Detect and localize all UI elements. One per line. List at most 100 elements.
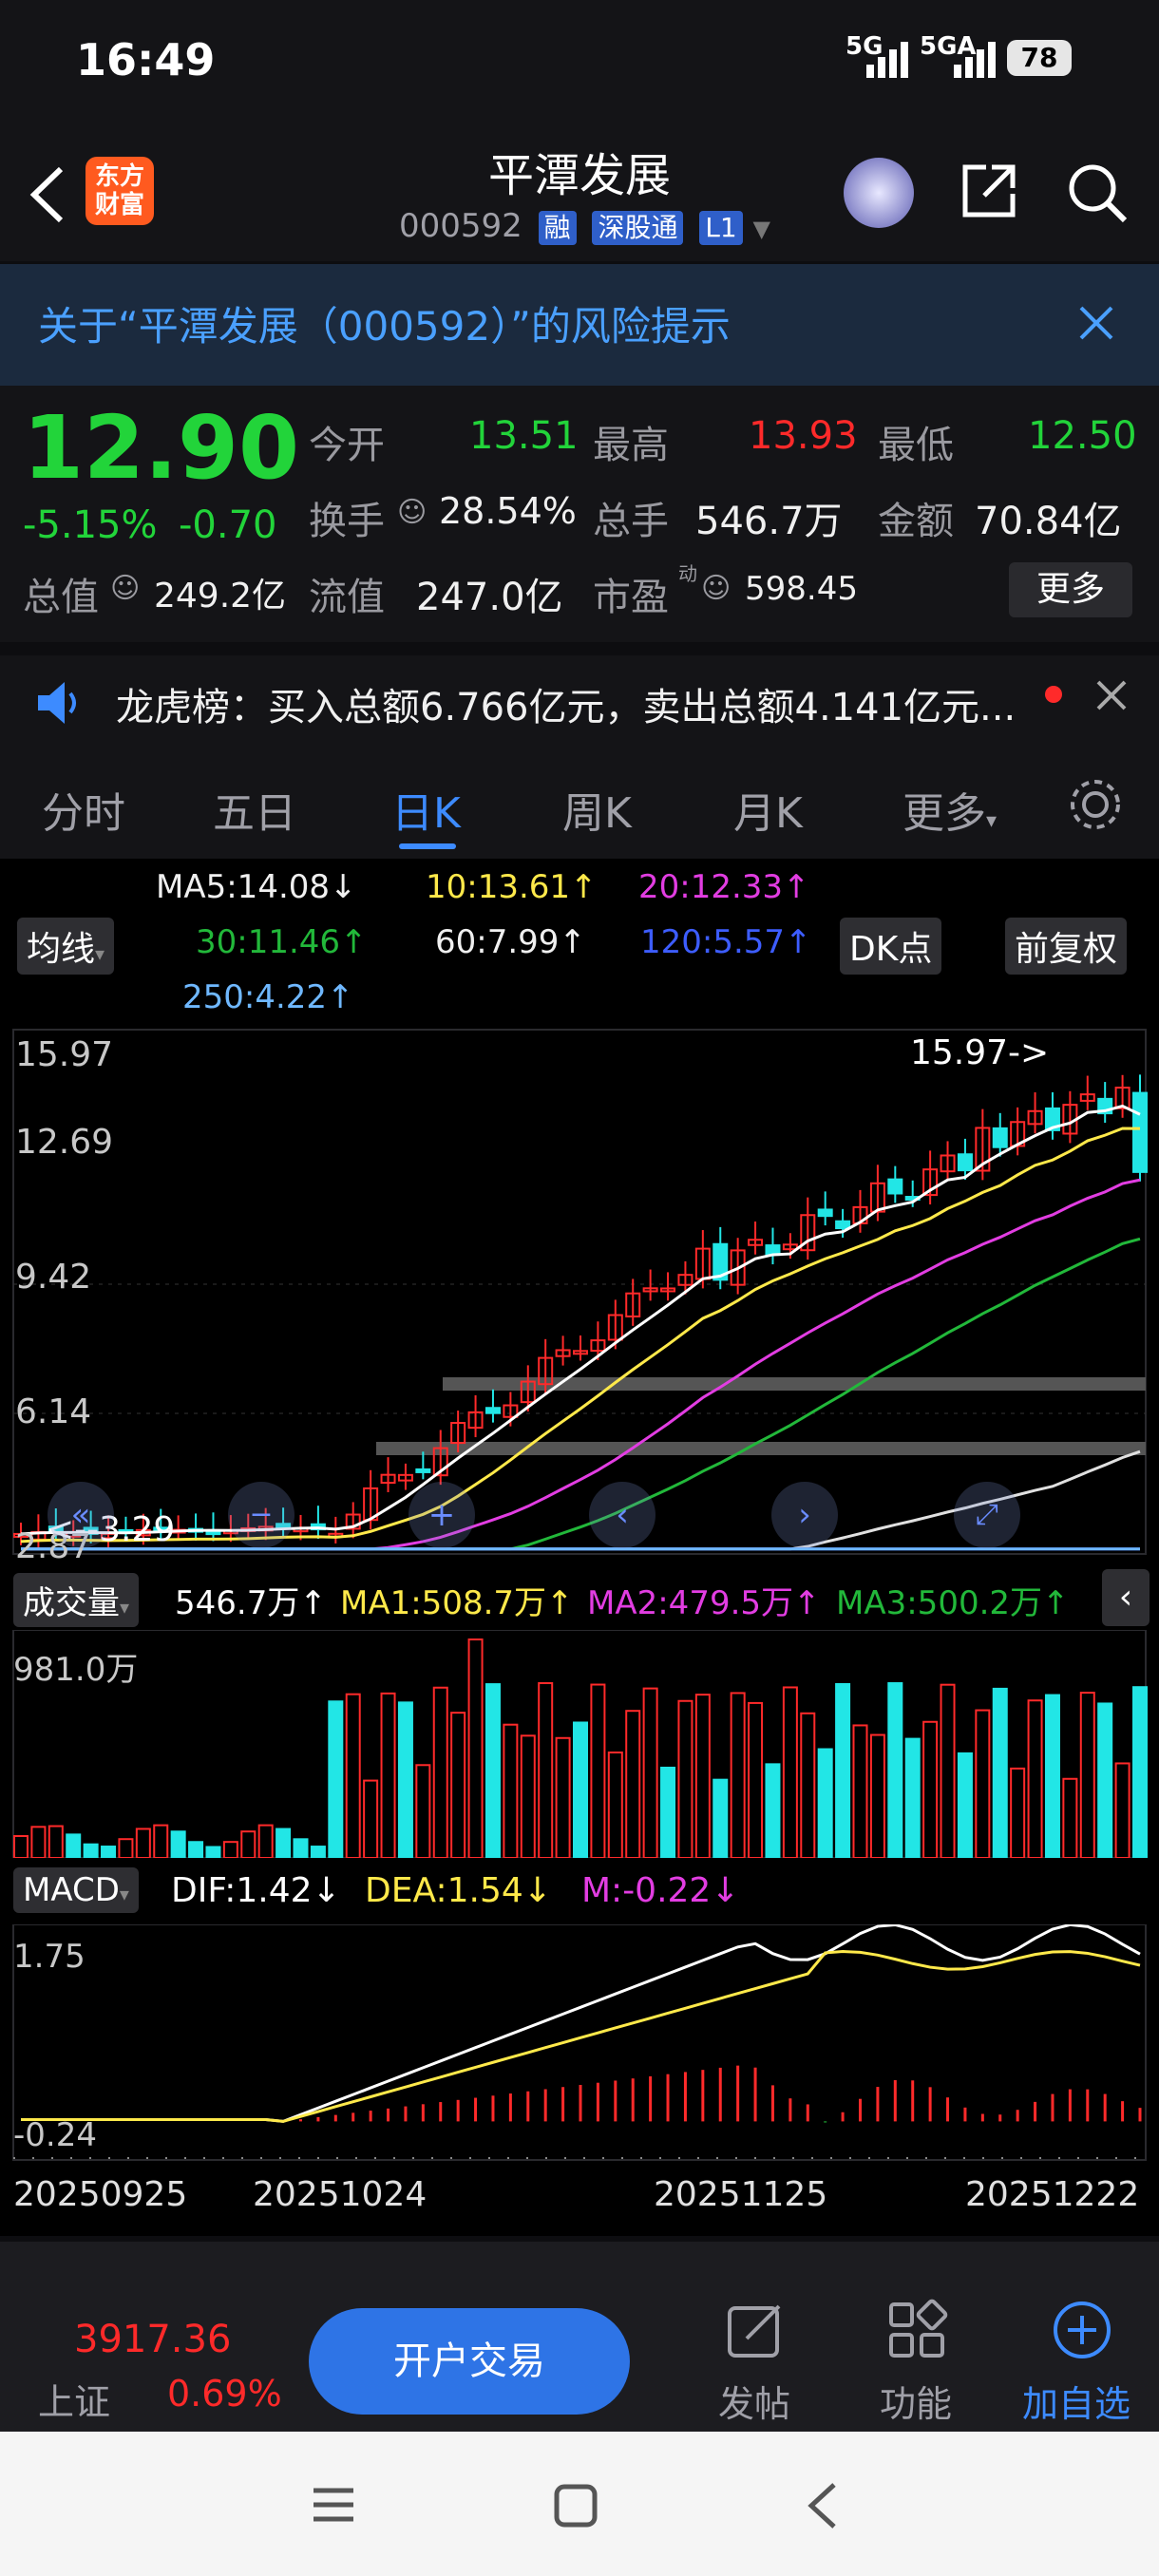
tag-level: L1	[699, 211, 743, 245]
volume-bar	[992, 1687, 1008, 1858]
candle-body	[817, 1208, 833, 1218]
post-label[interactable]: 发帖	[718, 2375, 790, 2427]
add-watchlist-label[interactable]: 加自选	[1022, 2375, 1130, 2427]
post-edit-icon[interactable]	[724, 2299, 787, 2361]
volume-bar	[712, 1778, 729, 1858]
info-icon[interactable]: ☺	[701, 572, 731, 605]
add-watchlist-icon[interactable]	[1051, 2299, 1113, 2361]
volume-bar	[590, 1683, 606, 1858]
candlestick-chart[interactable]	[0, 1026, 1159, 1558]
settings-gear-icon[interactable]	[1066, 775, 1125, 834]
macd-selector[interactable]: MACD▾	[13, 1867, 139, 1913]
volume-bar	[730, 1692, 746, 1858]
volume-bar	[835, 1682, 851, 1858]
close-icon[interactable]	[1075, 302, 1117, 344]
tab-weekly-k[interactable]: 周K	[562, 779, 632, 840]
low-value: 12.50	[1028, 414, 1137, 458]
pe-value: 598.45	[745, 570, 858, 608]
candle-body	[835, 1220, 851, 1230]
zoom-in-icon[interactable]: +	[408, 1482, 475, 1548]
volume-bar	[30, 1826, 47, 1858]
close-notice-icon[interactable]	[1092, 676, 1130, 714]
volume-bar	[1114, 1762, 1130, 1858]
function-grid-icon[interactable]	[885, 2299, 948, 2361]
volume-bar	[153, 1824, 169, 1858]
volume-bar	[1079, 1692, 1095, 1858]
share-icon[interactable]	[958, 160, 1020, 222]
candle-body	[957, 1153, 973, 1172]
candle-body	[1132, 1091, 1148, 1173]
amount-value: 70.84亿	[975, 500, 1122, 543]
vol-ma3: MA3:500.2万↑	[836, 1584, 1070, 1622]
volume-bar	[397, 1701, 413, 1858]
price-axis-top: 15.97	[15, 1035, 114, 1074]
macd-m: M:-0.22↓	[581, 1871, 740, 1910]
info-icon[interactable]: ☺	[397, 496, 427, 529]
stock-code-line[interactable]: 000592 融 深股通 L1 ▼	[399, 207, 770, 245]
tab-monthly-k[interactable]: 月K	[733, 779, 803, 840]
volume-bar	[940, 1683, 956, 1858]
volume-bar	[188, 1841, 204, 1858]
fullscreen-icon[interactable]: ⤢	[954, 1482, 1020, 1548]
volume-bar	[782, 1686, 798, 1858]
status-time: 16:49	[76, 34, 216, 85]
assistant-robot-icon[interactable]	[844, 158, 914, 228]
info-icon[interactable]: ☺	[110, 572, 140, 605]
home-icon[interactable]	[553, 2483, 598, 2529]
volume-bar	[363, 1779, 379, 1858]
ma250-label: 250:4.22↑	[182, 978, 354, 1016]
volume-bar	[415, 1764, 431, 1858]
scroll-right-icon[interactable]: ›	[771, 1482, 838, 1548]
volume-bar	[573, 1721, 588, 1858]
index-name[interactable]: 上证	[38, 2373, 110, 2425]
macd-chart[interactable]	[0, 1924, 1159, 2162]
volume-selector[interactable]: 成交量▾	[13, 1573, 140, 1627]
ma10-label: 10:13.61↑	[426, 868, 598, 906]
search-icon[interactable]	[1064, 160, 1130, 226]
tab-five-day[interactable]: 五日	[213, 779, 296, 840]
volume-chart[interactable]	[0, 1630, 1159, 1858]
volume-bar	[817, 1748, 833, 1858]
scroll-left-fast-icon[interactable]: «	[48, 1482, 114, 1548]
risk-banner-text[interactable]: 关于“平潭发展（000592）”的风险提示	[38, 294, 731, 352]
more-quote-button[interactable]: 更多	[1009, 562, 1132, 617]
back-icon[interactable]	[804, 2479, 842, 2532]
tab-more[interactable]: 更多▾	[902, 779, 997, 840]
tag-connect: 深股通	[592, 211, 684, 245]
ma-selector[interactable]: 均线▾	[17, 918, 115, 975]
volume-bar	[538, 1682, 554, 1858]
open-value: 13.51	[469, 414, 579, 458]
menu-icon[interactable]	[310, 2481, 357, 2529]
unread-dot	[1045, 686, 1062, 703]
volume-bar	[83, 1843, 99, 1858]
scroll-left-icon[interactable]: ‹	[589, 1482, 656, 1548]
ma20-label: 20:12.33↑	[638, 868, 810, 906]
amount-label: 金额	[878, 500, 954, 543]
index-change[interactable]: 0.69%	[167, 2373, 282, 2415]
volume-bar	[520, 1734, 536, 1858]
volume-bar	[310, 1846, 326, 1858]
volume-bar	[222, 1841, 238, 1858]
volume-bar	[432, 1686, 448, 1858]
zoom-out-icon[interactable]: −	[228, 1482, 294, 1548]
candle-body	[992, 1127, 1008, 1148]
volume-label: 总手	[593, 500, 669, 543]
notice-text[interactable]: 龙虎榜：买入总额6.766亿元，卖出总额4.141亿元...	[116, 676, 1016, 731]
collapse-left-icon[interactable]: ‹	[1102, 1569, 1150, 1626]
chevron-down-icon: ▼	[752, 216, 770, 242]
dk-point-button[interactable]: DK点	[840, 918, 942, 975]
volume-bar	[1010, 1767, 1026, 1858]
tab-daily-k[interactable]: 日K	[391, 779, 461, 840]
volume-bar	[800, 1712, 816, 1858]
high-value: 13.93	[749, 414, 858, 458]
volume-bar	[555, 1736, 571, 1858]
volume-bar	[975, 1709, 991, 1858]
open-account-button[interactable]: 开户交易	[309, 2308, 630, 2415]
vol-ma1: MA1:508.7万↑	[340, 1584, 574, 1622]
volume-bar	[748, 1701, 764, 1858]
function-label[interactable]: 功能	[880, 2375, 952, 2427]
volume-bar	[904, 1737, 921, 1858]
adjust-button[interactable]: 前复权	[1005, 918, 1128, 975]
tab-intraday[interactable]: 分时	[42, 779, 125, 840]
index-value[interactable]: 3917.36	[74, 2318, 231, 2361]
